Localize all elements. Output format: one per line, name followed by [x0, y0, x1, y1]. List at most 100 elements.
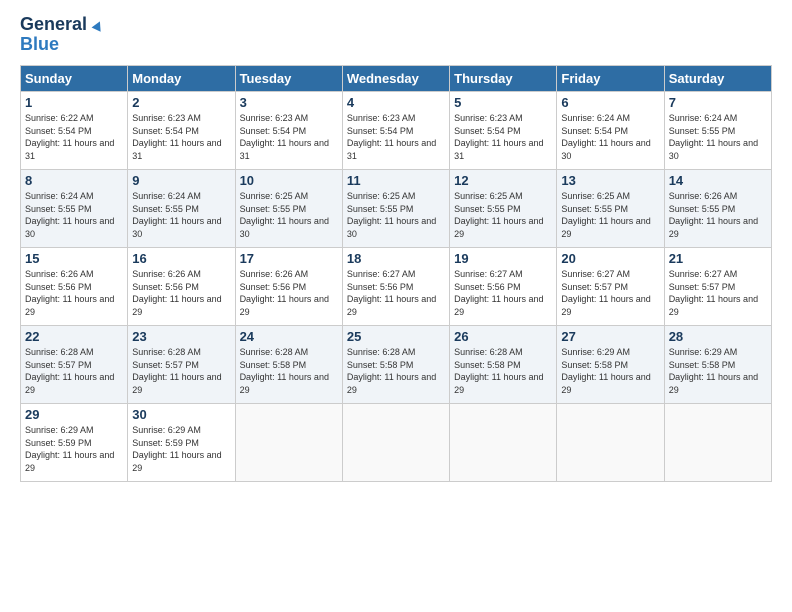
cell-info: Sunrise: 6:28 AMSunset: 5:58 PMDaylight:… [454, 347, 543, 395]
day-number: 29 [25, 407, 123, 422]
calendar-cell [235, 404, 342, 482]
day-number: 16 [132, 251, 230, 266]
calendar-cell: 15Sunrise: 6:26 AMSunset: 5:56 PMDayligh… [21, 248, 128, 326]
cell-info: Sunrise: 6:29 AMSunset: 5:58 PMDaylight:… [669, 347, 758, 395]
day-number: 6 [561, 95, 659, 110]
day-header: Wednesday [342, 66, 449, 92]
cell-info: Sunrise: 6:28 AMSunset: 5:57 PMDaylight:… [132, 347, 221, 395]
cell-info: Sunrise: 6:29 AMSunset: 5:58 PMDaylight:… [561, 347, 650, 395]
cell-info: Sunrise: 6:28 AMSunset: 5:58 PMDaylight:… [347, 347, 436, 395]
calendar-cell: 5 Sunrise: 6:23 AMSunset: 5:54 PMDaylight… [450, 92, 557, 170]
day-number: 20 [561, 251, 659, 266]
day-number: 15 [25, 251, 123, 266]
cell-info: Sunrise: 6:23 AMSunset: 5:54 PMDaylight:… [347, 113, 436, 161]
cell-info: Sunrise: 6:23 AMSunset: 5:54 PMDaylight:… [240, 113, 329, 161]
calendar-cell: 11 Sunrise: 6:25 AMSunset: 5:55 PMDayligh… [342, 170, 449, 248]
calendar-cell: 18Sunrise: 6:27 AMSunset: 5:56 PMDayligh… [342, 248, 449, 326]
calendar-cell: 13Sunrise: 6:25 AMSunset: 5:55 PMDayligh… [557, 170, 664, 248]
calendar-cell: 1 Sunrise: 6:22 AMSunset: 5:54 PMDaylight… [21, 92, 128, 170]
day-header: Tuesday [235, 66, 342, 92]
day-number: 24 [240, 329, 338, 344]
calendar-cell: 27 Sunrise: 6:29 AMSunset: 5:58 PMDayligh… [557, 326, 664, 404]
day-number: 30 [132, 407, 230, 422]
calendar-cell: 8 Sunrise: 6:24 AMSunset: 5:55 PMDaylight… [21, 170, 128, 248]
calendar-cell: 6 Sunrise: 6:24 AMSunset: 5:54 PMDaylight… [557, 92, 664, 170]
cell-info: Sunrise: 6:26 AMSunset: 5:56 PMDaylight:… [132, 269, 221, 317]
day-header: Thursday [450, 66, 557, 92]
day-number: 23 [132, 329, 230, 344]
cell-info: Sunrise: 6:24 AMSunset: 5:55 PMDaylight:… [132, 191, 221, 239]
day-number: 21 [669, 251, 767, 266]
day-number: 12 [454, 173, 552, 188]
calendar-cell: 28 Sunrise: 6:29 AMSunset: 5:58 PMDayligh… [664, 326, 771, 404]
day-number: 27 [561, 329, 659, 344]
header: General Blue [20, 15, 772, 55]
cell-info: Sunrise: 6:24 AMSunset: 5:54 PMDaylight:… [561, 113, 650, 161]
cell-info: Sunrise: 6:23 AMSunset: 5:54 PMDaylight:… [132, 113, 221, 161]
cell-info: Sunrise: 6:22 AMSunset: 5:54 PMDaylight:… [25, 113, 114, 161]
day-number: 10 [240, 173, 338, 188]
logo-line1: General [20, 15, 103, 35]
calendar-cell: 10 Sunrise: 6:25 AMSunset: 5:55 PMDayligh… [235, 170, 342, 248]
day-number: 26 [454, 329, 552, 344]
calendar-cell: 9 Sunrise: 6:24 AMSunset: 5:55 PMDaylight… [128, 170, 235, 248]
calendar-cell: 14 Sunrise: 6:26 AMSunset: 5:55 PMDayligh… [664, 170, 771, 248]
calendar-cell: 25 Sunrise: 6:28 AMSunset: 5:58 PMDayligh… [342, 326, 449, 404]
day-number: 22 [25, 329, 123, 344]
day-number: 25 [347, 329, 445, 344]
day-number: 2 [132, 95, 230, 110]
day-number: 14 [669, 173, 767, 188]
page: General Blue SundayMondayTuesdayWednesda… [0, 0, 792, 612]
day-number: 9 [132, 173, 230, 188]
cell-info: Sunrise: 6:24 AMSunset: 5:55 PMDaylight:… [25, 191, 114, 239]
day-number: 5 [454, 95, 552, 110]
calendar-cell: 2 Sunrise: 6:23 AMSunset: 5:54 PMDaylight… [128, 92, 235, 170]
day-number: 8 [25, 173, 123, 188]
calendar-cell: 23 Sunrise: 6:28 AMSunset: 5:57 PMDayligh… [128, 326, 235, 404]
calendar-cell: 30 Sunrise: 6:29 AMSunset: 5:59 PMDayligh… [128, 404, 235, 482]
cell-info: Sunrise: 6:26 AMSunset: 5:56 PMDaylight:… [240, 269, 329, 317]
cell-info: Sunrise: 6:29 AMSunset: 5:59 PMDaylight:… [25, 425, 114, 473]
calendar-cell: 19 Sunrise: 6:27 AMSunset: 5:56 PMDayligh… [450, 248, 557, 326]
cell-info: Sunrise: 6:27 AMSunset: 5:56 PMDaylight:… [347, 269, 436, 317]
cell-info: Sunrise: 6:28 AMSunset: 5:58 PMDaylight:… [240, 347, 329, 395]
day-number: 11 [347, 173, 445, 188]
cell-info: Sunrise: 6:27 AMSunset: 5:57 PMDaylight:… [669, 269, 758, 317]
calendar-cell: 22Sunrise: 6:28 AMSunset: 5:57 PMDayligh… [21, 326, 128, 404]
day-number: 19 [454, 251, 552, 266]
calendar-cell: 26 Sunrise: 6:28 AMSunset: 5:58 PMDayligh… [450, 326, 557, 404]
logo-line2: Blue [20, 35, 59, 55]
cell-info: Sunrise: 6:27 AMSunset: 5:56 PMDaylight:… [454, 269, 543, 317]
calendar-cell: 20 Sunrise: 6:27 AMSunset: 5:57 PMDayligh… [557, 248, 664, 326]
day-number: 1 [25, 95, 123, 110]
cell-info: Sunrise: 6:25 AMSunset: 5:55 PMDaylight:… [454, 191, 543, 239]
day-number: 7 [669, 95, 767, 110]
day-header: Friday [557, 66, 664, 92]
cell-info: Sunrise: 6:25 AMSunset: 5:55 PMDaylight:… [347, 191, 436, 239]
calendar-cell: 12 Sunrise: 6:25 AMSunset: 5:55 PMDayligh… [450, 170, 557, 248]
calendar-cell: 29 Sunrise: 6:29 AMSunset: 5:59 PMDayligh… [21, 404, 128, 482]
calendar-cell: 21 Sunrise: 6:27 AMSunset: 5:57 PMDayligh… [664, 248, 771, 326]
calendar-cell: 7Sunrise: 6:24 AMSunset: 5:55 PMDaylight… [664, 92, 771, 170]
calendar-cell: 4 Sunrise: 6:23 AMSunset: 5:54 PMDaylight… [342, 92, 449, 170]
calendar-cell [557, 404, 664, 482]
cell-info: Sunrise: 6:23 AMSunset: 5:54 PMDaylight:… [454, 113, 543, 161]
cell-info: Sunrise: 6:29 AMSunset: 5:59 PMDaylight:… [132, 425, 221, 473]
cell-info: Sunrise: 6:26 AMSunset: 5:55 PMDaylight:… [669, 191, 758, 239]
calendar-cell [342, 404, 449, 482]
logo: General Blue [20, 15, 103, 55]
day-header: Saturday [664, 66, 771, 92]
calendar-cell: 3 Sunrise: 6:23 AMSunset: 5:54 PMDaylight… [235, 92, 342, 170]
calendar-cell [664, 404, 771, 482]
day-number: 4 [347, 95, 445, 110]
day-number: 13 [561, 173, 659, 188]
day-number: 3 [240, 95, 338, 110]
day-number: 17 [240, 251, 338, 266]
cell-info: Sunrise: 6:25 AMSunset: 5:55 PMDaylight:… [240, 191, 329, 239]
calendar-cell: 24 Sunrise: 6:28 AMSunset: 5:58 PMDayligh… [235, 326, 342, 404]
day-header: Sunday [21, 66, 128, 92]
day-header: Monday [128, 66, 235, 92]
day-number: 28 [669, 329, 767, 344]
cell-info: Sunrise: 6:27 AMSunset: 5:57 PMDaylight:… [561, 269, 650, 317]
calendar-cell: 16 Sunrise: 6:26 AMSunset: 5:56 PMDayligh… [128, 248, 235, 326]
